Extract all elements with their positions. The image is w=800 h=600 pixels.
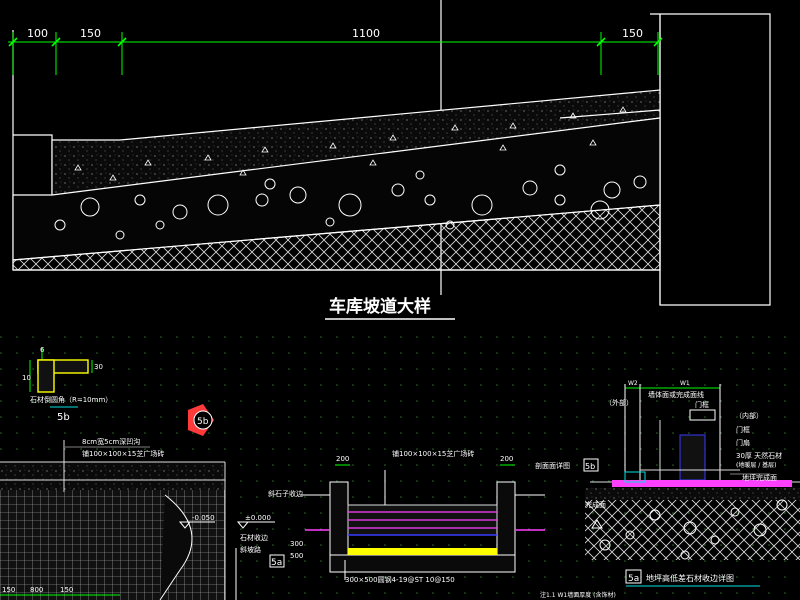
detail-mark-5b-a: 5b (57, 412, 70, 423)
dim-200-left: 200 (336, 455, 349, 463)
w2-label: W2 (628, 380, 638, 387)
dim-150-plan: 150 (2, 586, 15, 594)
dim-150-left: 150 (80, 27, 101, 40)
trench-grate-label: 300×500圆钢4-19@ST 10@150 (345, 575, 455, 584)
detail-mark-5a-b: 5a (628, 574, 639, 584)
num-6: 6 (40, 346, 45, 354)
drawing-title: 车库坡道大样 (329, 296, 431, 317)
dim-500: 500 (290, 552, 303, 560)
note-label: 注1.1 W1墙面厚度 (含饰材) (540, 591, 616, 599)
num-30: 30 (94, 363, 103, 371)
detail-mark-5a-a: 5a (271, 558, 282, 568)
base-layer-label: (地暖层 / 基层) (736, 461, 777, 469)
callout-mark-5b: 5b (197, 417, 209, 427)
exterior-label: （外部） (605, 398, 633, 407)
level-minus-0050: -0.050 (192, 514, 215, 522)
pebble-edge-label: 斜石子收边 (268, 489, 303, 498)
door-frame-label-top: 门框 (695, 400, 709, 409)
finish-face-label: 完成面 (585, 500, 606, 509)
stone-edge-label: 石材倒圆角（R=10mm） (30, 395, 112, 404)
cad-drawing: 100 150 1100 150 车库坡道大样 6 10 30 石材倒圆角（R=… (0, 0, 800, 600)
dimension-line (8, 32, 663, 75)
dim-150-right: 150 (622, 27, 643, 40)
dim-1100: 1100 (352, 27, 380, 40)
dim-200-right: 200 (500, 455, 513, 463)
section-detail-label: 剖面面详图 (535, 461, 570, 470)
dim-800-plan: 800 (30, 586, 43, 594)
ramp-section (12, 0, 771, 306)
detail-mark-5b-b: 5b (585, 462, 595, 471)
level-0000: ±0.000 (245, 514, 271, 522)
paving-label: 铺100×100×15芝广场砖 (82, 449, 164, 458)
dim-300: 300 (290, 540, 303, 548)
door-leaf-label: 门扇 (736, 438, 750, 447)
interior-label: （内部） (735, 411, 763, 420)
dim-150-plan-b: 150 (60, 586, 73, 594)
dim-100: 100 (27, 27, 48, 40)
floor-finish-label: 地坪完成面 (742, 473, 777, 482)
threshold-detail-title: 地坪高低差石材收边详图 (646, 573, 734, 583)
wall-face-label: 墙体面或完成面线 (648, 390, 704, 399)
cad-canvas: 100 150 1100 150 车库坡道大样 6 10 30 石材倒圆角（R=… (0, 0, 800, 600)
num-10: 10 (22, 374, 31, 382)
slope-road-label: 斜坡路 (240, 545, 261, 554)
stone-trim-label: 石材收边 (240, 533, 268, 542)
stone-thickness-label: 30厚 天然石材 (736, 451, 782, 460)
w1-label: W1 (680, 380, 690, 387)
trench-paving-label: 铺100×100×15芝广场砖 (392, 449, 474, 458)
door-frame-label: 门框 (736, 425, 750, 434)
groove-label: 8cm宽5cm深凹沟 (82, 437, 140, 446)
